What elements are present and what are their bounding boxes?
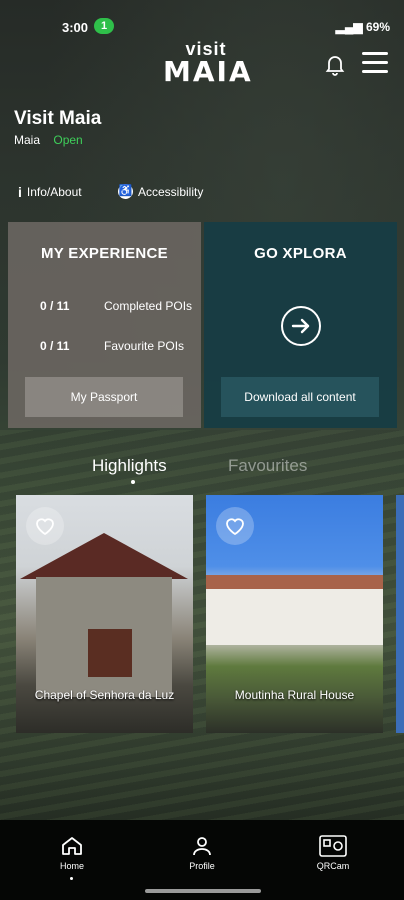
poi-card[interactable]: Moutinha Rural House — [206, 495, 383, 733]
favourite-button[interactable] — [26, 507, 64, 545]
go-xplora-title: GO XPLORA — [254, 245, 347, 262]
completed-label: Completed POIs — [104, 299, 193, 313]
my-experience-card: MY EXPERIENCE 0 / 11 Completed POIs 0 / … — [8, 222, 201, 428]
arrow-right-icon — [291, 318, 310, 334]
accessibility-icon: ♿ — [118, 184, 133, 199]
notification-count: 1 — [101, 20, 108, 32]
bottom-navigation: Home Profile QRCam — [0, 820, 404, 900]
my-experience-title: MY EXPERIENCE — [41, 245, 168, 262]
open-status: Open — [53, 133, 83, 147]
favourite-label: Favourite POIs — [104, 339, 185, 353]
poi-name: Chapel of Senhora da Luz — [34, 688, 175, 702]
hamburger-line — [362, 70, 388, 73]
house-roof — [206, 575, 383, 589]
nav-profile-label: Profile — [189, 861, 215, 871]
status-bar: 3:00 1 ▂▄▆ 69% — [0, 0, 404, 40]
active-tab-indicator — [131, 480, 135, 484]
hamburger-icon — [362, 52, 388, 55]
go-xplora-arrow-button[interactable] — [281, 306, 321, 346]
app-logo: visit MAIA — [163, 40, 253, 92]
my-passport-button[interactable]: My Passport — [25, 377, 183, 417]
completed-count: 0 / 11 — [40, 299, 70, 313]
signal-icon: ▂▄▆ — [335, 20, 366, 34]
bell-icon — [325, 56, 345, 76]
notification-pill: 1 — [94, 18, 115, 34]
heart-icon — [226, 518, 244, 536]
notification-bell-button[interactable] — [323, 52, 347, 76]
tab-favourites[interactable]: Favourites — [228, 456, 307, 476]
content-tabs: Highlights Favourites — [0, 456, 404, 488]
go-xplora-card: GO XPLORA Download all content — [204, 222, 397, 428]
nav-profile[interactable]: Profile — [172, 834, 232, 871]
location-name: Maia — [14, 133, 41, 147]
church-door — [88, 629, 132, 677]
poi-name: Moutinha Rural House — [234, 688, 355, 702]
favourite-button[interactable] — [216, 507, 254, 545]
logo-line2: MAIA — [163, 55, 253, 88]
download-all-button[interactable]: Download all content — [221, 377, 379, 417]
poi-card-peek[interactable] — [396, 495, 404, 733]
accessibility-link[interactable]: ♿ Accessibility — [118, 184, 203, 199]
info-icon: i — [18, 184, 22, 200]
page-title: Visit Maia — [14, 108, 102, 129]
tab-highlights[interactable]: Highlights — [92, 456, 167, 476]
nav-qrcam[interactable]: QRCam — [303, 834, 363, 871]
hamburger-line — [362, 61, 388, 64]
accessibility-label: Accessibility — [138, 184, 204, 199]
nav-home[interactable]: Home — [42, 834, 102, 871]
gesture-handle — [145, 889, 261, 893]
battery-level: 69% — [365, 20, 390, 34]
status-time: 3:00 — [62, 20, 89, 35]
qr-camera-icon — [319, 835, 347, 857]
heart-icon — [36, 518, 54, 536]
house-wall — [206, 589, 383, 645]
menu-button[interactable] — [362, 52, 388, 76]
poi-card[interactable]: Chapel of Senhora da Luz — [16, 495, 193, 733]
active-nav-indicator — [70, 877, 73, 880]
info-about-link[interactable]: i Info/About — [18, 184, 82, 200]
nav-home-label: Home — [59, 861, 84, 871]
location-subtitle: Maia Open — [14, 133, 83, 147]
nav-qrcam-label: QRCam — [316, 861, 350, 871]
home-icon — [62, 837, 82, 855]
user-icon — [193, 837, 211, 856]
info-about-label: Info/About — [26, 185, 82, 199]
favourite-count: 0 / 11 — [40, 339, 70, 353]
status-right: ▂▄▆ 69% — [336, 20, 390, 34]
